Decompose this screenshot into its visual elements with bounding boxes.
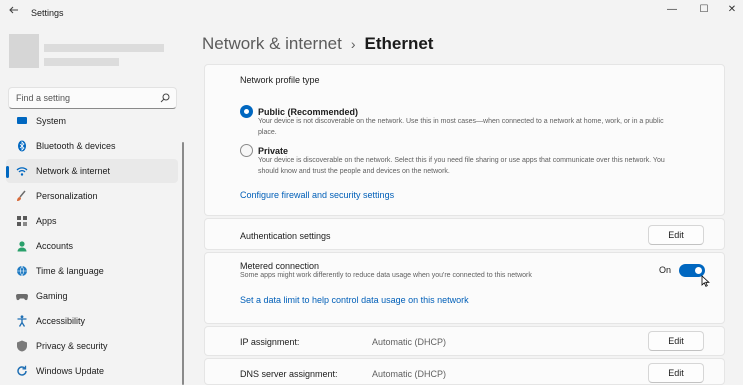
sidebar-item-gaming[interactable]: Gaming	[6, 284, 178, 308]
back-arrow-icon[interactable]	[6, 4, 22, 20]
search-box[interactable]	[8, 87, 177, 109]
metered-state-label: On	[659, 265, 672, 275]
window-title: Settings	[31, 8, 64, 18]
metered-connection-card: Metered connection Some apps might work …	[204, 252, 725, 324]
accessibility-icon	[17, 315, 27, 327]
authentication-edit-button[interactable]: Edit	[648, 225, 704, 245]
sidebar-item-label: Bluetooth & devices	[36, 141, 116, 151]
ip-assignment-value: Automatic (DHCP)	[372, 337, 447, 347]
profile-heading: Network profile type	[240, 75, 320, 85]
sidebar-scrollbar[interactable]	[182, 142, 184, 385]
data-limit-link[interactable]: Set a data limit to help control data us…	[240, 295, 469, 305]
metered-description: Some apps might work differently to redu…	[240, 272, 532, 279]
sidebar-item-network[interactable]: Network & internet	[6, 159, 178, 183]
sidebar-item-time-language[interactable]: Time & language	[6, 259, 178, 283]
sidebar-item-system[interactable]: System	[6, 112, 178, 133]
globe-clock-icon	[17, 265, 27, 277]
sidebar-item-personalization[interactable]: Personalization	[6, 184, 178, 208]
sidebar-item-label: System	[36, 116, 67, 126]
sidebar-nav: System Bluetooth & devices Network & int…	[0, 112, 185, 385]
title-bar: Settings — ☐ ✕	[0, 0, 743, 28]
sidebar-item-apps[interactable]: Apps	[6, 209, 178, 233]
dns-assignment-value: Automatic (DHCP)	[372, 369, 447, 379]
sidebar-item-label: Privacy & security	[36, 341, 108, 351]
brush-icon	[17, 190, 26, 201]
account-name-blurred	[44, 44, 164, 52]
search-input[interactable]	[16, 93, 156, 103]
ip-assignment-edit-button[interactable]: Edit	[648, 331, 704, 351]
ip-assignment-card: IP assignment: Automatic (DHCP) Edit	[204, 326, 725, 356]
sidebar-item-label: Time & language	[36, 266, 104, 276]
update-icon	[17, 365, 27, 376]
maximize-button[interactable]: ☐	[694, 2, 714, 18]
shield-icon	[17, 340, 27, 352]
sidebar-item-windows-update[interactable]: Windows Update	[6, 359, 178, 383]
person-icon	[17, 241, 27, 252]
sidebar-item-accessibility[interactable]: Accessibility	[6, 309, 178, 333]
sidebar-item-label: Accounts	[36, 241, 74, 251]
back-arrow-icon-glyph	[9, 6, 18, 14]
page-title: Ethernet	[364, 34, 434, 53]
sidebar-item-bluetooth[interactable]: Bluetooth & devices	[6, 134, 178, 158]
network-profile-card: Network profile type Public (Recommended…	[204, 64, 725, 216]
public-description-cont: place.	[258, 129, 277, 136]
metered-title: Metered connection	[240, 261, 320, 271]
authentication-card: Authentication settings Edit	[204, 218, 725, 250]
system-icon	[17, 117, 27, 124]
avatar[interactable]	[9, 34, 39, 68]
controller-icon	[16, 294, 28, 301]
active-indicator	[6, 166, 9, 178]
chevron-right-icon: ›	[350, 36, 356, 52]
public-radio[interactable]	[240, 105, 253, 118]
firewall-settings-link[interactable]: Configure firewall and security settings	[240, 190, 394, 200]
private-description: Your device is discoverable on the netwo…	[258, 157, 665, 164]
dns-assignment-label: DNS server assignment:	[240, 369, 338, 379]
sidebar-item-label: Apps	[36, 216, 57, 226]
dns-assignment-edit-button[interactable]: Edit	[648, 363, 704, 383]
private-radio-label[interactable]: Private	[258, 146, 288, 156]
sidebar-item-label: Gaming	[36, 291, 68, 301]
public-description: Your device is not discoverable on the n…	[258, 118, 664, 125]
close-button[interactable]: ✕	[722, 2, 742, 18]
sidebar-item-label: Personalization	[36, 191, 98, 201]
search-icon[interactable]	[160, 93, 170, 103]
ip-assignment-label: IP assignment:	[240, 337, 300, 347]
sidebar-item-accounts[interactable]: Accounts	[6, 234, 178, 258]
account-email-blurred	[44, 58, 119, 66]
apps-icon	[17, 216, 27, 226]
public-radio-label[interactable]: Public (Recommended)	[258, 107, 358, 117]
mouse-cursor-icon	[701, 275, 710, 287]
private-radio[interactable]	[240, 144, 253, 157]
breadcrumb-parent[interactable]: Network & internet	[202, 34, 342, 53]
dns-assignment-card: DNS server assignment: Automatic (DHCP) …	[204, 358, 725, 385]
bluetooth-icon	[18, 140, 26, 152]
minimize-button[interactable]: —	[662, 2, 682, 18]
wifi-icon	[16, 167, 28, 176]
breadcrumb: Network & internet › Ethernet	[202, 34, 433, 54]
sidebar-item-label: Accessibility	[36, 316, 86, 326]
sidebar-item-privacy[interactable]: Privacy & security	[6, 334, 178, 358]
authentication-label: Authentication settings	[240, 231, 331, 241]
sidebar-item-label: Windows Update	[36, 366, 105, 376]
sidebar-item-label: Network & internet	[36, 166, 111, 176]
private-description-cont: should know and trust the people and dev…	[258, 168, 450, 175]
